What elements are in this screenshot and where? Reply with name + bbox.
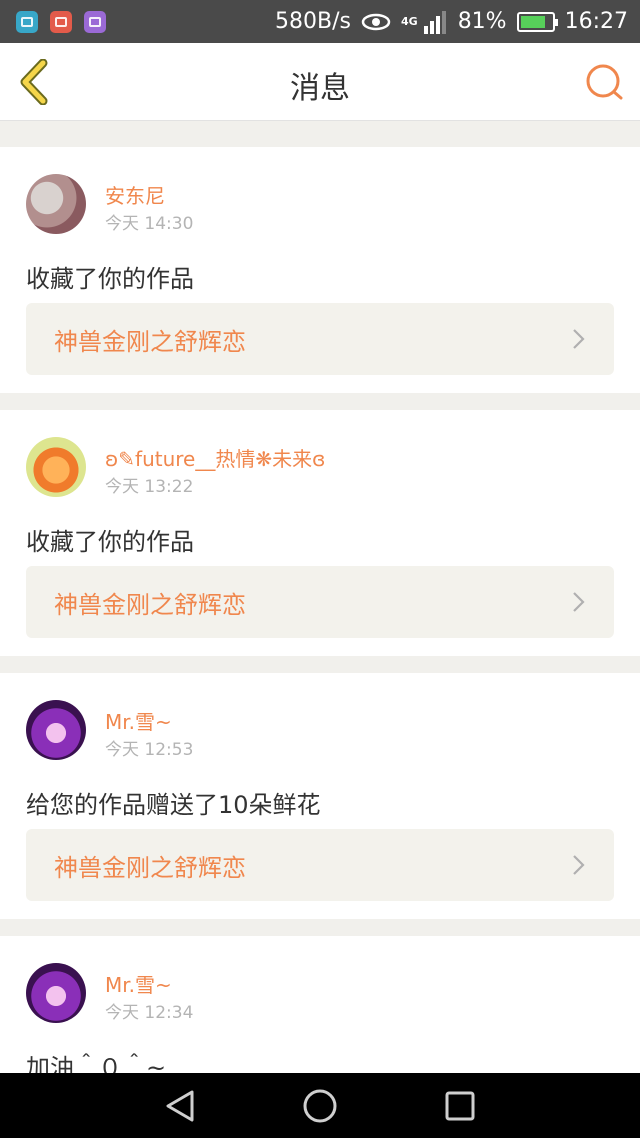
status-bar: 580B/s 4G 81% 16:27 bbox=[0, 0, 640, 43]
nav-home-button[interactable] bbox=[298, 1084, 342, 1128]
battery-percent: 81% bbox=[457, 9, 507, 34]
work-title: 神兽金刚之舒辉恋 bbox=[54, 853, 246, 882]
clock: 16:27 bbox=[564, 9, 628, 34]
username[interactable]: Mr.雪~ bbox=[105, 969, 172, 998]
message-card: ʚ✎future__热情❋未来ɞ 今天 13:22 收藏了你的作品 神兽金刚之舒… bbox=[0, 410, 640, 656]
network-type: 4G bbox=[401, 14, 418, 28]
message-text: 收藏了你的作品 bbox=[26, 528, 194, 556]
square-recents-icon bbox=[445, 1091, 475, 1120]
circle-home-icon bbox=[303, 1089, 337, 1122]
search-icon bbox=[586, 64, 623, 100]
nav-recents-button[interactable] bbox=[438, 1084, 482, 1128]
page-title: 消息 bbox=[290, 71, 350, 106]
message-card: 安东尼 今天 14:30 收藏了你的作品 神兽金刚之舒辉恋 bbox=[0, 147, 640, 393]
gallery-notification-icon bbox=[84, 10, 106, 33]
eye-comfort-icon bbox=[361, 13, 391, 30]
work-title: 神兽金刚之舒辉恋 bbox=[54, 327, 246, 356]
username[interactable]: 安东尼 bbox=[105, 180, 165, 209]
chevron-right-icon bbox=[573, 329, 585, 349]
username[interactable]: ʚ✎future__热情❋未来ɞ bbox=[105, 443, 325, 472]
timestamp: 今天 12:53 bbox=[105, 740, 194, 760]
notification-icons bbox=[16, 10, 106, 33]
work-title: 神兽金刚之舒辉恋 bbox=[54, 590, 246, 619]
nav-back-button[interactable] bbox=[158, 1084, 202, 1128]
triangle-back-icon bbox=[166, 1090, 194, 1121]
signal-icon bbox=[423, 10, 446, 34]
message-text: 给您的作品赠送了10朵鲜花 bbox=[26, 791, 321, 819]
work-link[interactable]: 神兽金刚之舒辉恋 bbox=[26, 829, 614, 901]
message-card: Mr.雪~ 今天 12:34 加油＾０＾~ bbox=[0, 936, 640, 1096]
message-card: Mr.雪~ 今天 12:53 给您的作品赠送了10朵鲜花 神兽金刚之舒辉恋 bbox=[0, 673, 640, 919]
timestamp: 今天 13:22 bbox=[105, 477, 194, 497]
avatar[interactable] bbox=[26, 963, 86, 1023]
chevron-right-icon bbox=[573, 855, 585, 875]
system-nav-bar bbox=[0, 1073, 640, 1138]
avatar[interactable] bbox=[26, 437, 86, 497]
message-list: 安东尼 今天 14:30 收藏了你的作品 神兽金刚之舒辉恋 ʚ✎future__… bbox=[0, 130, 640, 1096]
mail-notification-icon bbox=[50, 10, 72, 33]
battery-icon bbox=[516, 11, 558, 32]
chevron-right-icon bbox=[573, 592, 585, 612]
work-link[interactable]: 神兽金刚之舒辉恋 bbox=[26, 303, 614, 375]
app-header: 消息 bbox=[0, 43, 640, 121]
work-link[interactable]: 神兽金刚之舒辉恋 bbox=[26, 566, 614, 638]
username[interactable]: Mr.雪~ bbox=[105, 706, 172, 735]
avatar[interactable] bbox=[26, 700, 86, 760]
timestamp: 今天 14:30 bbox=[105, 214, 194, 234]
app-notification-icon bbox=[16, 10, 38, 33]
network-speed: 580B/s bbox=[275, 9, 351, 34]
search-button[interactable] bbox=[584, 61, 626, 103]
avatar[interactable] bbox=[26, 174, 86, 234]
timestamp: 今天 12:34 bbox=[105, 1003, 194, 1023]
message-text: 收藏了你的作品 bbox=[26, 265, 194, 293]
